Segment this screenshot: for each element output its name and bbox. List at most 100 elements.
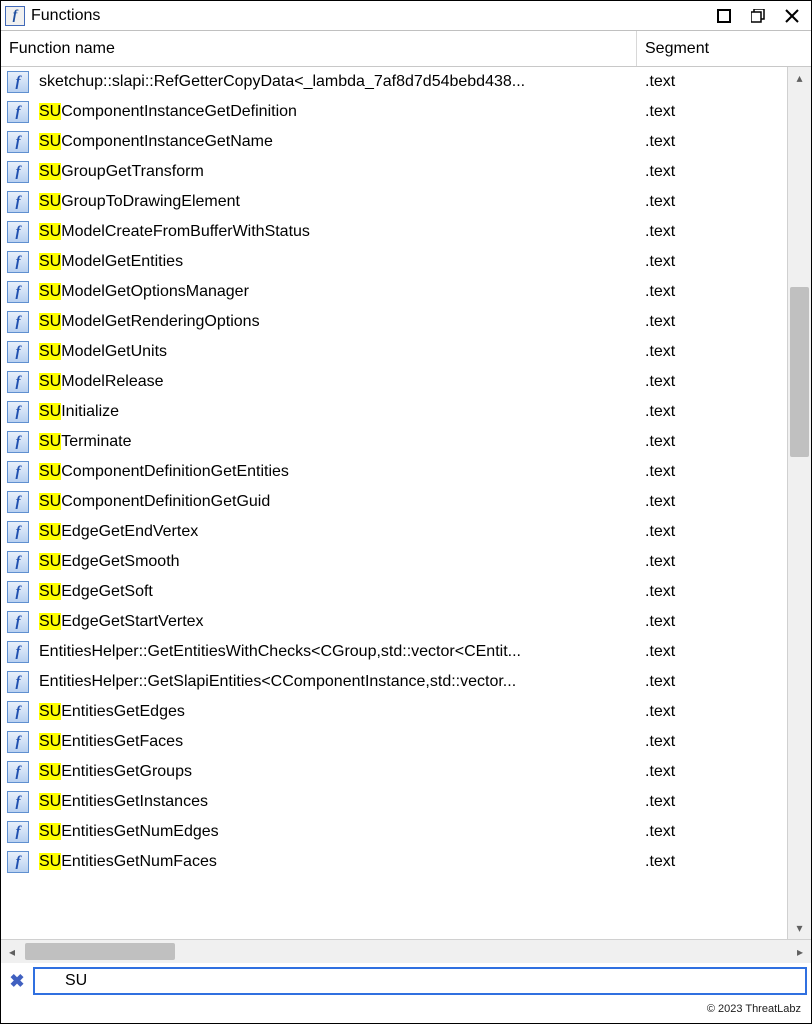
close-icon <box>785 9 799 23</box>
table-row[interactable]: fSUEdgeGetEndVertex.text <box>1 517 787 547</box>
function-icon: f <box>7 701 29 723</box>
segment-value: .text <box>637 823 787 841</box>
function-list[interactable]: f sketchup::slapi::RefGetterCopyData<_lam… <box>1 67 787 939</box>
table-row[interactable]: fEntitiesHelper::GetEntitiesWithChecks<C… <box>1 637 787 667</box>
function-name: SUModelGetOptionsManager <box>39 283 637 301</box>
table-row[interactable]: fSUInitialize.text <box>1 397 787 427</box>
table-row[interactable]: f SUModelRelease.text <box>1 367 787 397</box>
function-name: SUEdgeGetEndVertex <box>39 523 637 541</box>
table-row[interactable]: fSUEntitiesGetEdges.text <box>1 697 787 727</box>
function-icon: f <box>7 71 29 93</box>
function-icon: f <box>7 311 29 333</box>
table-row[interactable]: fSUEntitiesGetNumFaces.text <box>1 847 787 877</box>
function-icon: f <box>7 551 29 573</box>
minimize-button[interactable] <box>715 7 733 25</box>
function-icon: f <box>7 581 29 603</box>
table-row[interactable]: f SUComponentDefinitionGetEntities.text <box>1 457 787 487</box>
segment-value: .text <box>637 373 787 391</box>
hscrollbar-thumb[interactable] <box>25 943 175 960</box>
function-icon: f <box>7 371 29 393</box>
function-name: SUModelCreateFromBufferWithStatus <box>39 223 637 241</box>
function-icon: f <box>7 191 29 213</box>
table-row[interactable]: fSUTerminate.text <box>1 427 787 457</box>
function-icon: f <box>7 431 29 453</box>
function-icon: f <box>7 401 29 423</box>
function-name: SUGroupGetTransform <box>39 163 637 181</box>
table-row[interactable]: fSUModelGetUnits.text <box>1 337 787 367</box>
function-name: SUEntitiesGetFaces <box>39 733 637 751</box>
table-row[interactable]: fSUComponentDefinitionGetGuid.text <box>1 487 787 517</box>
minimize-icon <box>717 9 731 23</box>
column-header-name[interactable]: Function name <box>1 31 637 66</box>
scroll-right-icon[interactable]: ▸ <box>789 940 811 963</box>
function-icon: f <box>7 851 29 873</box>
table-row[interactable]: fSUComponentInstanceGetDefinition.text <box>1 97 787 127</box>
table-row[interactable]: fSUEntitiesGetFaces.text <box>1 727 787 757</box>
function-icon: f <box>7 221 29 243</box>
segment-value: .text <box>637 283 787 301</box>
scrollbar-thumb[interactable] <box>790 287 809 457</box>
window-titlebar: f Functions <box>1 1 811 31</box>
scroll-left-icon[interactable]: ◂ <box>1 940 23 963</box>
table-row[interactable]: f SUModelGetRenderingOptions.text <box>1 307 787 337</box>
segment-value: .text <box>637 313 787 331</box>
function-name: SUEntitiesGetInstances <box>39 793 637 811</box>
function-name: SUComponentInstanceGetName <box>39 133 637 151</box>
function-icon: f <box>7 161 29 183</box>
segment-value: .text <box>637 463 787 481</box>
function-name: SUComponentDefinitionGetEntities <box>39 463 637 481</box>
function-name: SUGroupToDrawingElement <box>39 193 637 211</box>
segment-value: .text <box>637 253 787 271</box>
function-icon: f <box>7 521 29 543</box>
function-name: SUEdgeGetStartVertex <box>39 613 637 631</box>
function-name: SUTerminate <box>39 433 637 451</box>
segment-value: .text <box>637 133 787 151</box>
function-icon: f <box>7 281 29 303</box>
segment-value: .text <box>637 73 787 91</box>
function-name: SUEdgeGetSmooth <box>39 553 637 571</box>
scroll-down-icon[interactable]: ▾ <box>788 917 811 939</box>
horizontal-scrollbar[interactable]: ◂ ▸ <box>1 939 811 963</box>
vertical-scrollbar[interactable]: ▴ ▾ <box>787 67 811 939</box>
window-icon: f <box>5 6 25 26</box>
table-row[interactable]: f SUGroupGetTransform.text <box>1 157 787 187</box>
function-icon: f <box>7 461 29 483</box>
table-row[interactable]: f sketchup::slapi::RefGetterCopyData<_lam… <box>1 67 787 97</box>
function-name: SUModelRelease <box>39 373 637 391</box>
segment-value: .text <box>637 763 787 781</box>
scroll-up-icon[interactable]: ▴ <box>788 67 811 89</box>
function-name: SUComponentInstanceGetDefinition <box>39 103 637 121</box>
segment-value: .text <box>637 223 787 241</box>
function-icon: f <box>7 641 29 663</box>
table-row[interactable]: fEntitiesHelper::GetSlapiEntities<CCompo… <box>1 667 787 697</box>
close-button[interactable] <box>783 7 801 25</box>
function-name: SUEntitiesGetNumEdges <box>39 823 637 841</box>
table-row[interactable]: fSUEdgeGetStartVertex.text <box>1 607 787 637</box>
table-row[interactable]: fSUEntitiesGetInstances.text <box>1 787 787 817</box>
clear-filter-button[interactable]: ✖ <box>5 969 29 993</box>
function-name: SUEdgeGetSoft <box>39 583 637 601</box>
function-name: SUModelGetUnits <box>39 343 637 361</box>
filter-input[interactable] <box>33 967 807 995</box>
function-name: SUEntitiesGetEdges <box>39 703 637 721</box>
table-row[interactable]: fSUGroupToDrawingElement.text <box>1 187 787 217</box>
table-row[interactable]: fSUEntitiesGetNumEdges.text <box>1 817 787 847</box>
window-title: Functions <box>31 7 715 25</box>
segment-value: .text <box>637 643 787 661</box>
table-row[interactable]: f SUComponentInstanceGetName.text <box>1 127 787 157</box>
function-icon: f <box>7 131 29 153</box>
segment-value: .text <box>637 583 787 601</box>
table-row[interactable]: f SUModelCreateFromBufferWithStatus.text <box>1 217 787 247</box>
table-row[interactable]: f SUModelGetOptionsManager.text <box>1 277 787 307</box>
function-icon: f <box>7 761 29 783</box>
function-name: SUModelGetRenderingOptions <box>39 313 637 331</box>
table-row[interactable]: fSUEntitiesGetGroups.text <box>1 757 787 787</box>
table-row[interactable]: f SUEdgeGetSoft.text <box>1 577 787 607</box>
table-row[interactable]: fSUEdgeGetSmooth.text <box>1 547 787 577</box>
restore-button[interactable] <box>749 7 767 25</box>
segment-value: .text <box>637 163 787 181</box>
table-row[interactable]: fSUModelGetEntities.text <box>1 247 787 277</box>
function-name: sketchup::slapi::RefGetterCopyData<_lamb… <box>39 73 637 91</box>
column-header-segment[interactable]: Segment <box>637 31 787 66</box>
segment-value: .text <box>637 673 787 691</box>
